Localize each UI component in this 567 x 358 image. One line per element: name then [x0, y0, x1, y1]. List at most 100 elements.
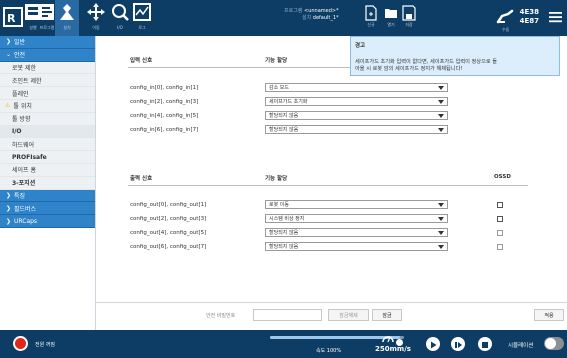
tab-log[interactable]: 로그	[130, 2, 154, 36]
sidebar-item-io[interactable]: I/O	[0, 125, 95, 139]
footer-divider	[96, 302, 567, 303]
ossd-checkbox[interactable]	[497, 202, 503, 208]
output-function-select[interactable]: 할당되지 않음	[265, 242, 448, 251]
folder-icon	[385, 9, 397, 18]
sidebar-item-urcaps[interactable]: ❯ URCaps	[0, 215, 95, 228]
step-button[interactable]	[451, 337, 465, 351]
speed-label: 속도 100%	[316, 348, 342, 354]
sidebar-item-fieldbus[interactable]: ❯ 필드버스	[0, 202, 95, 216]
sidebar-item-label: 로봇 제한	[12, 64, 36, 72]
ossd-checkbox[interactable]	[497, 230, 503, 236]
save-icon	[402, 5, 416, 21]
input-function-select[interactable]: 할당되지 않음	[265, 125, 448, 134]
ossd-checkbox[interactable]	[497, 216, 503, 222]
sidebar-item-label: 조인트 제한	[12, 77, 42, 85]
program-name: <unnamed>*	[304, 8, 339, 14]
input-signal-header: 입력 신호	[130, 58, 153, 64]
sidebar-item-tool-position[interactable]: ⚠ 툴 위치	[0, 99, 95, 113]
tab-io-label: I/O	[117, 25, 123, 30]
select-value: 로봇 이동	[269, 202, 289, 208]
speed-slider-fill	[270, 336, 400, 339]
sidebar-item-profisafe[interactable]: PROFIsafe	[0, 151, 95, 164]
sidebar-item-label: 툴 위치	[13, 103, 32, 111]
tab-move[interactable]: 이동	[84, 2, 108, 36]
header-toolbar: R 실행 프로그램 설치 이동 I/O 로그 프로그램 <unnamed>* 설…	[0, 0, 567, 36]
chevron-down-icon: ⌄	[6, 51, 12, 59]
input-function-select[interactable]: 세이프가드 초기화	[265, 97, 448, 106]
power-status-label: 전원 꺼짐	[35, 342, 55, 348]
sidebar-item-fieldbus-label: 필드버스	[14, 205, 37, 213]
dropdown-arrow-icon	[438, 100, 444, 104]
sidebar-item-joint-limits[interactable]: 조인트 제한	[0, 74, 95, 88]
stop-button[interactable]	[478, 337, 492, 351]
sidebar-item-features-label: 특징	[14, 192, 26, 200]
warning-icon: ⚠	[5, 102, 11, 110]
ossd-checkbox[interactable]	[497, 244, 503, 250]
safety-io-panel: 입력 신호 기능 할당 config_in[0], config_in[1] 감…	[96, 36, 567, 330]
new-label: 신규	[367, 22, 375, 27]
sidebar-item-three-position[interactable]: 3-포지션	[0, 176, 95, 190]
save-label: 저장	[405, 22, 413, 27]
sidebar-item-features[interactable]: ❯ 특징	[0, 189, 95, 203]
sidebar-item-label: PROFIsafe	[12, 153, 47, 161]
input-function-select[interactable]: 할당되지 않음	[265, 111, 448, 120]
output-function-select[interactable]: 로봇 이동	[265, 200, 448, 209]
dropdown-arrow-icon	[438, 231, 444, 235]
sidebar-item-safety[interactable]: ⌄ 안전	[0, 48, 95, 62]
robot-id-line1: 4E38	[519, 8, 539, 16]
tab-installation[interactable]: 설치	[55, 0, 79, 36]
select-value: 할당되지 않음	[269, 230, 299, 236]
select-value: 할당되지 않음	[269, 127, 299, 133]
save-button[interactable]: 저장	[400, 5, 418, 33]
output-row-label: config_out[2], config_out[3]	[130, 216, 207, 222]
select-value: 할당되지 않음	[269, 244, 299, 250]
new-file-icon	[365, 5, 377, 21]
new-button[interactable]: 신규	[362, 5, 380, 33]
output-function-select[interactable]: 시스템 비상 정지	[265, 214, 448, 223]
lock-button[interactable]: 잠금	[372, 309, 402, 321]
sidebar-item-robot-limits[interactable]: 로봇 제한	[0, 61, 95, 75]
sidebar-item-general[interactable]: ❯ 일반	[0, 36, 95, 49]
dropdown-arrow-icon	[438, 114, 444, 118]
sidebar-item-hardware[interactable]: 하드웨어	[0, 138, 95, 152]
simulation-toggle[interactable]	[544, 337, 564, 350]
robot-manual-icon[interactable]	[496, 8, 518, 24]
chevron-right-icon: ❯	[6, 217, 12, 225]
sidebar-item-label: 3-포지션	[12, 180, 36, 188]
play-icon	[431, 341, 437, 349]
sidebar-item-label: 툴 방향	[12, 116, 31, 124]
chevron-right-icon: ❯	[6, 204, 12, 212]
robot-id-line2: 4E87	[519, 17, 539, 25]
robot-serial: 4E38 4E87	[520, 8, 539, 26]
ossd-header: OSSD	[494, 174, 511, 180]
output-function-header: 기능 할당	[265, 176, 288, 182]
sidebar-item-tool-direction[interactable]: 툴 방향	[0, 112, 95, 126]
tab-installation-label: 설치	[63, 25, 71, 30]
installation-name: default_1*	[312, 15, 339, 21]
unlock-button[interactable]: 잠금해제	[328, 309, 369, 321]
select-value: 할당되지 않음	[269, 113, 299, 119]
program-key: 프로그램	[284, 8, 303, 14]
input-function-select[interactable]: 감소 모드	[265, 83, 448, 92]
ur-logo: R	[3, 7, 23, 27]
footer-bar: 전원 꺼짐 속도 100% 250mm/s 시뮬레이션	[0, 330, 567, 358]
sidebar-item-planes[interactable]: 플레인	[0, 87, 95, 100]
power-button[interactable]	[13, 336, 28, 351]
speed-value: 250mm/s	[375, 345, 411, 353]
play-button[interactable]	[426, 337, 440, 351]
tab-move-label: 이동	[92, 25, 100, 30]
open-button[interactable]: 열기	[382, 5, 400, 33]
hamburger-menu-icon[interactable]	[549, 10, 562, 24]
tab-program-label: 프로그램	[39, 25, 55, 30]
io-icon	[112, 4, 129, 21]
apply-button[interactable]: 적용	[534, 309, 564, 321]
divider	[128, 185, 528, 186]
sidebar-item-safe-home[interactable]: 세이프 홈	[0, 163, 95, 177]
sidebar-item-general-label: 일반	[14, 39, 26, 47]
log-icon	[133, 3, 151, 21]
password-input[interactable]	[253, 309, 322, 321]
output-function-select[interactable]: 할당되지 않음	[265, 228, 448, 237]
step-icon	[455, 342, 462, 348]
tab-io[interactable]: I/O	[108, 2, 132, 36]
output-row-label: config_out[6], config_out[7]	[130, 244, 207, 250]
